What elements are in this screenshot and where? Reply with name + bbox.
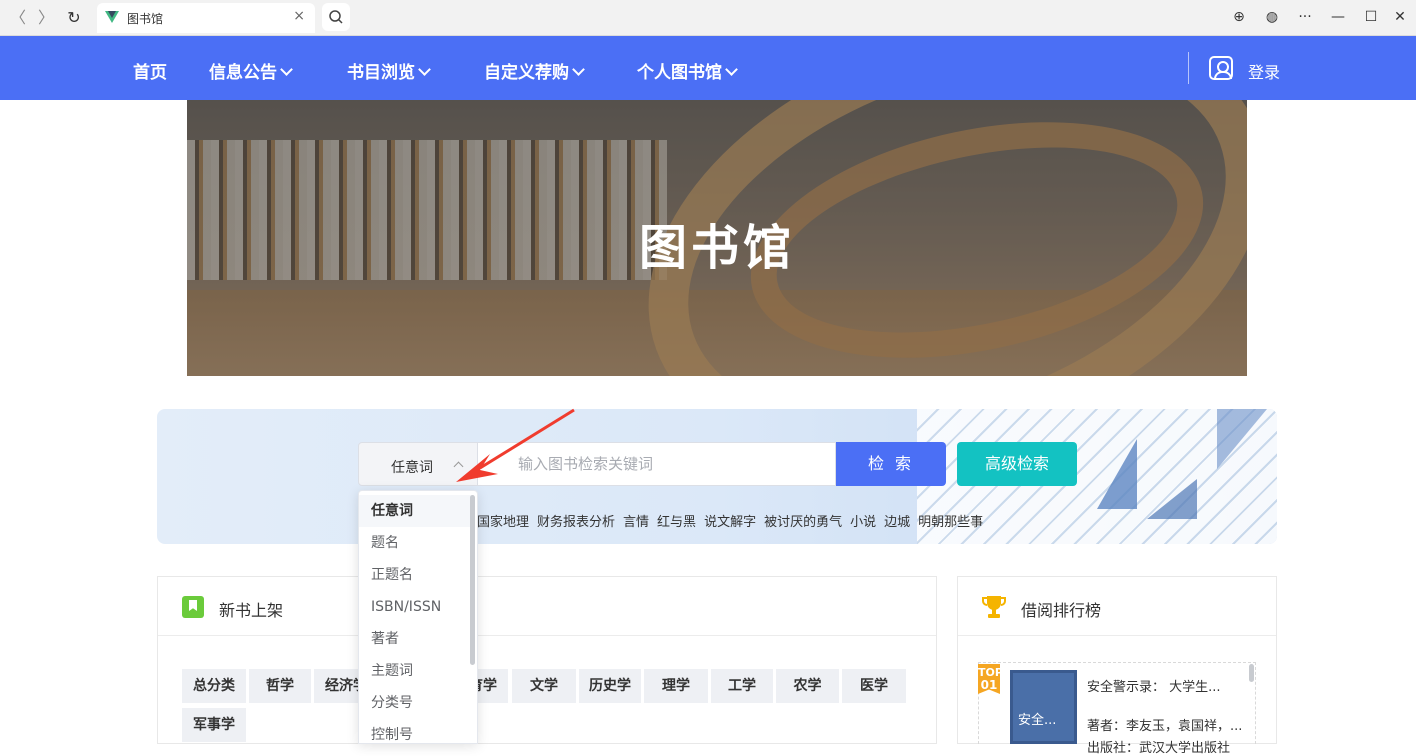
annotation-arrow-icon bbox=[456, 408, 575, 482]
top-nav: 首页 信息公告 书目浏览 自定义荐购 个人图书馆 登录 bbox=[0, 36, 1416, 100]
search-field-value: 任意词 bbox=[391, 460, 433, 476]
category-tab[interactable]: 理学 bbox=[644, 669, 708, 703]
new-books-card: 新书上架 bbox=[157, 576, 937, 744]
ranking-scrollbar[interactable] bbox=[1249, 664, 1254, 682]
dropdown-option[interactable]: 著者 bbox=[359, 623, 471, 655]
browser-chrome: 〈 〉 ↻ 图书馆 × ⊕ ◍ ··· — ☐ ✕ bbox=[0, 0, 1416, 36]
advanced-search-button[interactable]: 高级检索 bbox=[957, 442, 1077, 486]
card-header: 新书上架 bbox=[158, 577, 936, 636]
banner-title: 图书馆 bbox=[638, 220, 795, 276]
category-tab[interactable]: 军事学 bbox=[182, 708, 246, 742]
more-icon[interactable]: ··· bbox=[1295, 7, 1315, 27]
dropdown-option[interactable]: 题名 bbox=[359, 527, 471, 559]
chevron-down-icon bbox=[418, 63, 431, 76]
book-title[interactable]: 安全警示录： 大学生... bbox=[1087, 676, 1221, 695]
dropdown-option[interactable]: 主题词 bbox=[359, 655, 471, 687]
hot-word-link[interactable]: 国家地理 bbox=[477, 515, 529, 530]
nav-label: 书目浏览 bbox=[347, 63, 415, 83]
category-tab[interactable]: 哲学 bbox=[249, 669, 311, 703]
back-icon[interactable]: 〈 bbox=[8, 8, 28, 28]
nav-item-announcements[interactable]: 信息公告 bbox=[209, 58, 293, 83]
trophy-icon bbox=[982, 596, 1006, 618]
hot-word-link[interactable]: 言情 bbox=[623, 515, 649, 530]
search-icon bbox=[329, 10, 343, 24]
minimize-icon[interactable]: — bbox=[1328, 7, 1348, 27]
maximize-icon[interactable]: ☐ bbox=[1361, 7, 1381, 27]
reload-icon[interactable]: ↻ bbox=[64, 8, 84, 28]
nav-item-personal-library[interactable]: 个人图书馆 bbox=[637, 58, 738, 83]
search-button[interactable]: 检 索 bbox=[836, 442, 946, 486]
nav-divider bbox=[1188, 52, 1189, 84]
dropdown-option[interactable]: 任意词 bbox=[359, 495, 471, 527]
hot-word-link[interactable]: 明朝那些事 bbox=[918, 515, 983, 530]
hero-banner: 图书馆 bbox=[187, 100, 1247, 376]
category-tab[interactable]: 农学 bbox=[776, 669, 839, 703]
search-tab-button[interactable] bbox=[322, 3, 350, 31]
hot-word-link[interactable]: 财务报表分析 bbox=[537, 515, 615, 530]
category-tab[interactable]: 总分类 bbox=[182, 669, 246, 703]
book-author: 著者：李友玉，袁国祥，... bbox=[1087, 719, 1243, 734]
chevron-down-icon bbox=[725, 63, 738, 76]
dropdown-option[interactable]: 分类号 bbox=[359, 687, 471, 719]
book-cover[interactable]: 安全... bbox=[1010, 670, 1077, 744]
category-tab[interactable]: 文学 bbox=[512, 669, 576, 703]
vue-logo-icon bbox=[105, 11, 119, 23]
download-icon[interactable]: ⊕ bbox=[1229, 7, 1249, 27]
nav-item-home[interactable]: 首页 bbox=[133, 58, 167, 83]
tab-close-icon[interactable]: × bbox=[293, 8, 305, 24]
category-tab[interactable]: 工学 bbox=[711, 669, 773, 703]
login-link[interactable]: 登录 bbox=[1248, 59, 1280, 83]
nav-item-recommend[interactable]: 自定义荐购 bbox=[484, 58, 585, 83]
forward-icon[interactable]: 〉 bbox=[36, 8, 56, 28]
nav-label: 信息公告 bbox=[209, 63, 277, 83]
nav-label: 自定义荐购 bbox=[484, 63, 569, 83]
chevron-down-icon bbox=[280, 63, 293, 76]
hot-word-link[interactable]: 边城 bbox=[884, 515, 910, 530]
globe-icon[interactable]: ◍ bbox=[1262, 7, 1282, 27]
dropdown-scrollbar[interactable] bbox=[470, 495, 475, 665]
browser-tab[interactable]: 图书馆 × bbox=[97, 3, 315, 33]
user-icon[interactable] bbox=[1209, 56, 1233, 80]
hot-word-link[interactable]: 说文解字 bbox=[704, 515, 756, 530]
bookmark-icon bbox=[182, 596, 204, 618]
hot-word-link[interactable]: 小说 bbox=[850, 515, 876, 530]
category-tab[interactable]: 历史学 bbox=[579, 669, 641, 703]
hot-word-link[interactable]: 被讨厌的勇气 bbox=[764, 515, 842, 530]
decor-triangle bbox=[1097, 439, 1137, 509]
new-books-title: 新书上架 bbox=[219, 601, 284, 620]
nav-label: 个人图书馆 bbox=[637, 63, 722, 83]
tab-title: 图书馆 bbox=[127, 12, 164, 26]
card-header: 借阅排行榜 bbox=[958, 577, 1276, 636]
ranking-title: 借阅排行榜 bbox=[1021, 601, 1102, 620]
nav-label: 首页 bbox=[133, 63, 167, 83]
category-tab[interactable]: 医学 bbox=[842, 669, 906, 703]
rank-badge: TOP 01 bbox=[978, 664, 1000, 694]
search-field-dropdown: 任意词 题名 正题名 ISBN/ISSN 著者 主题词 分类号 控制号 bbox=[358, 490, 478, 744]
window-close-icon[interactable]: ✕ bbox=[1390, 7, 1410, 27]
decor-triangle bbox=[1217, 409, 1267, 469]
book-cover-text: 安全... bbox=[1018, 713, 1057, 728]
nav-item-catalog[interactable]: 书目浏览 bbox=[347, 58, 431, 83]
dropdown-option[interactable]: 正题名 bbox=[359, 559, 471, 591]
hot-word-link[interactable]: 红与黑 bbox=[657, 515, 696, 530]
chevron-down-icon bbox=[572, 63, 585, 76]
hot-words: 国家地理 财务报表分析 言情 红与黑 说文解字 被讨厌的勇气 小说 边城 明朝那些事 bbox=[477, 511, 991, 530]
book-publisher: 出版社：武汉大学出版社 bbox=[1087, 741, 1231, 756]
decor-triangle bbox=[1147, 479, 1197, 519]
dropdown-option[interactable]: 控制号 bbox=[359, 719, 471, 743]
dropdown-option[interactable]: ISBN/ISSN bbox=[359, 591, 471, 623]
